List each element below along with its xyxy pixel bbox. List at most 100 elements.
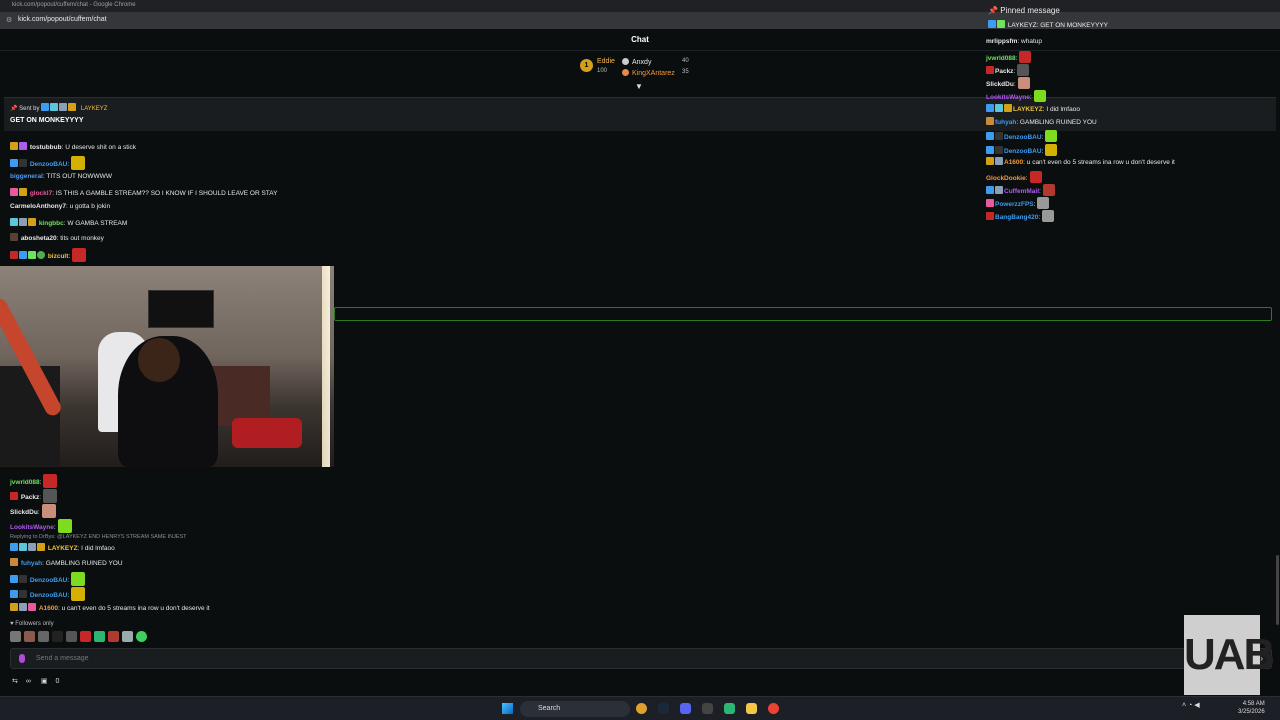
- leader-name[interactable]: Anxdy: [632, 59, 651, 66]
- emote-icon[interactable]: [38, 631, 49, 642]
- badge-icon: [1004, 104, 1012, 112]
- points-value: ∞: [25, 678, 31, 685]
- message-input[interactable]: [36, 655, 436, 662]
- chat-username[interactable]: DenzooBAU: [30, 161, 68, 168]
- steam-icon[interactable]: [658, 703, 669, 714]
- chat-username[interactable]: LAYKEYZ: [48, 545, 78, 552]
- pinned-header: 📌 Sent by LAYKEYZ: [10, 103, 107, 112]
- gift-icon[interactable]: ▣: [41, 678, 48, 685]
- chat-username[interactable]: glockl7: [30, 190, 52, 197]
- chat-message: DenzooBAU:: [10, 572, 86, 586]
- uab-logo: UAB: [1184, 615, 1275, 695]
- chat-username[interactable]: CuffemMail: [1004, 188, 1039, 195]
- chat-username[interactable]: A1600: [39, 605, 58, 612]
- wall-tv: [148, 290, 214, 328]
- chat-username[interactable]: LookitsWayne: [986, 94, 1030, 101]
- share-icon[interactable]: ⇆: [12, 678, 18, 685]
- emote-icon[interactable]: [24, 631, 35, 642]
- emote-icon: [1017, 64, 1030, 76]
- url-text[interactable]: kick.com/popout/cuffem/chat: [18, 16, 107, 23]
- w-emote-icon: [71, 572, 86, 586]
- emote-icon[interactable]: [122, 631, 133, 642]
- chat-username[interactable]: LAYKEYZ: [1013, 106, 1043, 113]
- windows-start-icon[interactable]: [502, 703, 513, 714]
- system-tray[interactable]: ˄ ◔ ◀: [1182, 701, 1200, 709]
- bang-emote-icon: [71, 156, 86, 170]
- overlay-message: CuffemMail:: [986, 184, 1055, 196]
- chat-username[interactable]: PowerzzFPS: [995, 201, 1034, 208]
- emote-bar: [10, 631, 150, 644]
- volume-icon[interactable]: ◀: [1194, 702, 1199, 709]
- chat-username[interactable]: biggeneral: [10, 173, 43, 180]
- chat-username[interactable]: A1600: [1004, 159, 1023, 166]
- emote-icon[interactable]: [80, 631, 91, 642]
- bang-emote-icon: [1045, 144, 1058, 156]
- chat-username[interactable]: SlickdDu: [986, 81, 1014, 88]
- leader-top-name[interactable]: Eddie: [597, 58, 615, 65]
- chat-username[interactable]: Packz: [995, 68, 1013, 75]
- chat-text: :: [1025, 175, 1028, 182]
- emote-picker-icon[interactable]: [19, 654, 25, 663]
- chat-input-box[interactable]: ›: [10, 648, 1272, 669]
- chat-footer: ⇆ ∞ ▣ 0: [12, 677, 67, 685]
- emote-icon[interactable]: [10, 631, 21, 642]
- site-info-icon[interactable]: ⚙: [6, 16, 13, 24]
- heart-icon: ♥: [10, 621, 14, 627]
- emote-icon[interactable]: [66, 631, 77, 642]
- chat-username[interactable]: DenzooBAU: [1004, 148, 1042, 155]
- emote-icon[interactable]: [94, 631, 105, 642]
- chat-username[interactable]: kingbbc: [39, 220, 64, 227]
- pinned-sender[interactable]: LAYKEYZ: [81, 106, 108, 112]
- emote-icon[interactable]: [108, 631, 119, 642]
- emote-icon: [1017, 77, 1030, 89]
- red-bag: [232, 418, 302, 448]
- chat-username[interactable]: fuhyah: [21, 560, 42, 567]
- chat-username[interactable]: GlockDookie: [986, 175, 1026, 182]
- emote-icon[interactable]: [52, 631, 63, 642]
- clock-time: 4:58 AM: [1242, 701, 1265, 707]
- wifi-icon[interactable]: ◔: [1188, 702, 1192, 709]
- chrome-icon[interactable]: [636, 703, 647, 714]
- chat-username[interactable]: mrlippsfm: [986, 38, 1017, 45]
- chat-username[interactable]: tostubbub: [30, 144, 62, 151]
- followers-only-label: Followers only: [15, 621, 54, 627]
- chat-username[interactable]: bizcult: [48, 253, 69, 260]
- chat-message: CarmeloAnthony7: u gotta b jokin: [10, 203, 110, 210]
- chat-username[interactable]: CarmeloAnthony7: [10, 203, 66, 210]
- sent-by-label: Sent by: [19, 106, 40, 112]
- chat-username[interactable]: jvwrld088: [986, 55, 1016, 62]
- chat-message: glockl7: IS THIS A GAMBLE STREAM?? SO I …: [10, 188, 278, 197]
- badge-icon: [28, 251, 36, 259]
- app-icon[interactable]: [724, 703, 735, 714]
- leader-row: Anxdy: [622, 58, 651, 66]
- chat-username[interactable]: LookitsWayne: [10, 524, 54, 531]
- emote-icon: [1037, 197, 1050, 209]
- chat-username[interactable]: DenzooBAU: [1004, 134, 1042, 141]
- collapse-chevron-icon[interactable]: ▼: [635, 82, 643, 91]
- chat-username[interactable]: SlickdDu: [10, 509, 38, 516]
- chat-text: : GAMBLING RUINED YOU: [1016, 119, 1097, 126]
- discord-icon[interactable]: [680, 703, 691, 714]
- chrome-icon[interactable]: [768, 703, 779, 714]
- reply-note[interactable]: Replying to DrBys: @LAYKEYZ END HENRYS S…: [10, 534, 187, 540]
- clock[interactable]: 4:58 AM 3/25/2026: [1238, 700, 1265, 716]
- chat-username[interactable]: BangBang420: [995, 214, 1038, 221]
- chat-username[interactable]: Packz: [21, 494, 39, 501]
- taskbar-search[interactable]: Search: [520, 701, 630, 717]
- badge-icon: [986, 212, 994, 220]
- badge-icon: [19, 142, 27, 150]
- app-icon[interactable]: [702, 703, 713, 714]
- chat-message: fuhyah: GAMBLING RUINED YOU: [10, 558, 123, 567]
- scrollbar[interactable]: [1276, 555, 1279, 625]
- chat-username[interactable]: fuhyah: [995, 119, 1016, 126]
- chat-username[interactable]: jvwrld088: [10, 479, 40, 486]
- emote-icon[interactable]: [136, 631, 147, 642]
- badge-icon: [10, 233, 18, 241]
- leader-name[interactable]: KingXAntarez: [632, 70, 675, 77]
- chat-username[interactable]: DenzooBAU: [30, 577, 68, 584]
- chat-username[interactable]: abosheta20: [21, 235, 57, 242]
- chevron-up-icon[interactable]: ˄: [1182, 702, 1186, 709]
- overlay-pinned-title: Pinned message: [1000, 6, 1060, 15]
- chat-username[interactable]: DenzooBAU: [30, 592, 68, 599]
- folder-icon[interactable]: [746, 703, 757, 714]
